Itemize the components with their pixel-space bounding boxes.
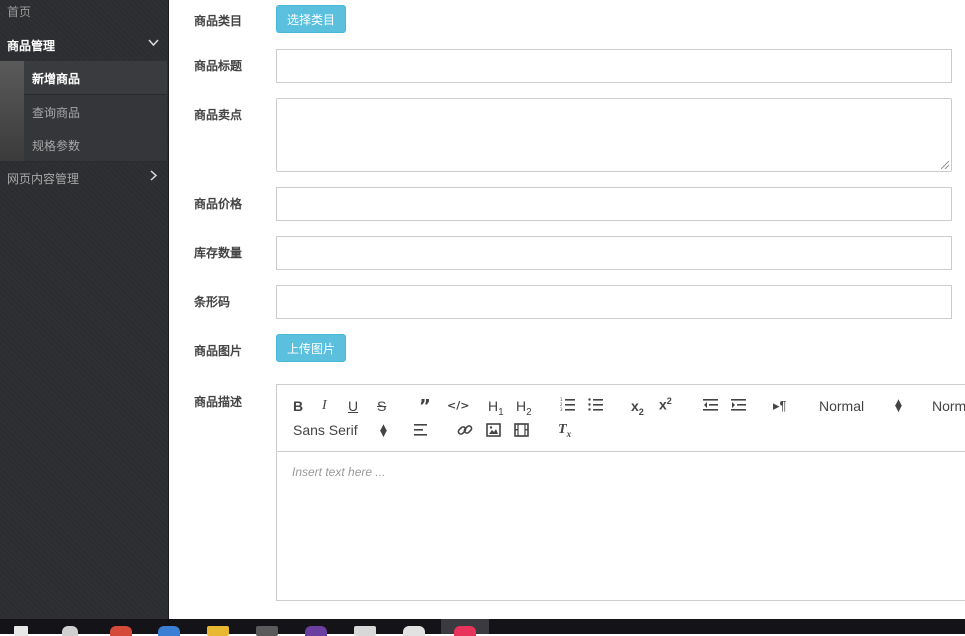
barcode-label: 条形码 bbox=[194, 295, 231, 309]
editor-toolbar: B I U S ” </> H1 H2 123 x2 x2 ▸¶ Normal … bbox=[277, 385, 965, 452]
barcode-input[interactable] bbox=[276, 285, 952, 319]
link-icon[interactable] bbox=[457, 422, 473, 442]
price-input[interactable] bbox=[276, 187, 952, 221]
stock-input[interactable] bbox=[276, 236, 952, 270]
font-select[interactable]: Sans Serif bbox=[293, 422, 358, 438]
paint-icon[interactable] bbox=[403, 626, 425, 636]
title-input[interactable] bbox=[276, 49, 952, 83]
app-purple-icon[interactable] bbox=[305, 626, 327, 636]
outdent-icon[interactable] bbox=[703, 398, 719, 416]
chevron-right-icon bbox=[148, 170, 159, 184]
windows-start-icon[interactable] bbox=[14, 626, 28, 636]
rich-text-editor: B I U S ” </> H1 H2 123 x2 x2 ▸¶ Normal … bbox=[276, 384, 965, 601]
bold-icon[interactable]: B bbox=[293, 398, 303, 414]
goods-submenu: 新增商品 查询商品 规格参数 bbox=[0, 61, 168, 162]
sellpoint-textarea[interactable] bbox=[276, 98, 952, 172]
bullet-list-icon[interactable] bbox=[588, 397, 604, 415]
indent-icon[interactable] bbox=[731, 398, 747, 416]
underline-icon[interactable]: U bbox=[348, 398, 358, 414]
image-icon[interactable] bbox=[486, 423, 501, 441]
nav-item-home[interactable]: 首页 bbox=[0, 0, 168, 22]
nav-section-goods[interactable]: 商品管理 bbox=[0, 29, 168, 61]
sidebar-item-add-goods[interactable]: 新增商品 bbox=[24, 61, 167, 95]
size-select[interactable]: Normal bbox=[932, 398, 965, 414]
sidebar-item-label: 查询商品 bbox=[32, 106, 81, 120]
code-block-icon[interactable]: </> bbox=[447, 399, 469, 412]
superscript-icon[interactable]: x2 bbox=[659, 396, 672, 413]
submenu-accent bbox=[0, 61, 24, 161]
nav-section-web-label: 网页内容管理 bbox=[7, 172, 80, 186]
clear-format-icon[interactable]: Tx bbox=[558, 422, 571, 439]
chevron-down-icon bbox=[148, 37, 159, 51]
app-red-icon[interactable] bbox=[110, 626, 132, 636]
align-icon[interactable] bbox=[414, 423, 430, 441]
sellpoint-label: 商品卖点 bbox=[194, 108, 243, 122]
italic-icon[interactable]: I bbox=[322, 398, 327, 414]
header-2-icon[interactable]: H2 bbox=[516, 398, 532, 418]
taskbar bbox=[0, 619, 965, 636]
upload-image-button[interactable]: 上传图片 bbox=[276, 334, 346, 362]
image-label: 商品图片 bbox=[194, 344, 243, 358]
sidebar-item-spec-params[interactable]: 规格参数 bbox=[24, 128, 167, 162]
video-icon[interactable] bbox=[514, 423, 529, 441]
select-updown-icon: ▲ ▼ bbox=[380, 423, 387, 439]
sidebar: 首页 商品管理 新增商品 查询商品 规格参数 网页内容管理 bbox=[0, 0, 168, 619]
description-label: 商品描述 bbox=[194, 395, 243, 409]
app-pink-icon[interactable] bbox=[454, 626, 476, 636]
ordered-list-icon[interactable]: 123 bbox=[560, 397, 576, 415]
nav-section-web-content[interactable]: 网页内容管理 bbox=[0, 162, 168, 194]
select-updown-icon: ▲ ▼ bbox=[895, 398, 902, 414]
title-label: 商品标题 bbox=[194, 59, 243, 73]
sidebar-item-label: 新增商品 bbox=[32, 72, 81, 86]
svg-text:3: 3 bbox=[560, 407, 563, 411]
category-label: 商品类目 bbox=[194, 14, 243, 28]
subscript-icon[interactable]: x2 bbox=[631, 398, 644, 417]
strikethrough-icon[interactable]: S bbox=[377, 398, 386, 414]
resize-handle-icon[interactable] bbox=[941, 161, 949, 169]
app-blue-icon[interactable] bbox=[158, 626, 180, 636]
sidebar-item-label: 规格参数 bbox=[32, 139, 81, 153]
nav-section-goods-label: 商品管理 bbox=[7, 39, 56, 53]
search-icon[interactable] bbox=[62, 626, 78, 636]
stock-label: 库存数量 bbox=[194, 246, 243, 260]
header-1-icon[interactable]: H1 bbox=[488, 398, 504, 418]
blockquote-icon[interactable]: ” bbox=[419, 396, 431, 417]
price-label: 商品价格 bbox=[194, 197, 243, 211]
sidebar-item-query-goods[interactable]: 查询商品 bbox=[24, 95, 167, 129]
nav-home-label: 首页 bbox=[7, 5, 32, 19]
text-direction-icon[interactable]: ▸¶ bbox=[773, 398, 787, 414]
sidebar-divider bbox=[168, 0, 169, 619]
header-select[interactable]: Normal bbox=[819, 398, 864, 414]
folder-icon[interactable] bbox=[207, 626, 229, 636]
terminal-icon[interactable] bbox=[256, 626, 278, 636]
select-category-button[interactable]: 选择类目 bbox=[276, 5, 346, 33]
editor-placeholder[interactable]: Insert text here ... bbox=[292, 465, 385, 479]
notepad-icon[interactable] bbox=[354, 626, 376, 636]
